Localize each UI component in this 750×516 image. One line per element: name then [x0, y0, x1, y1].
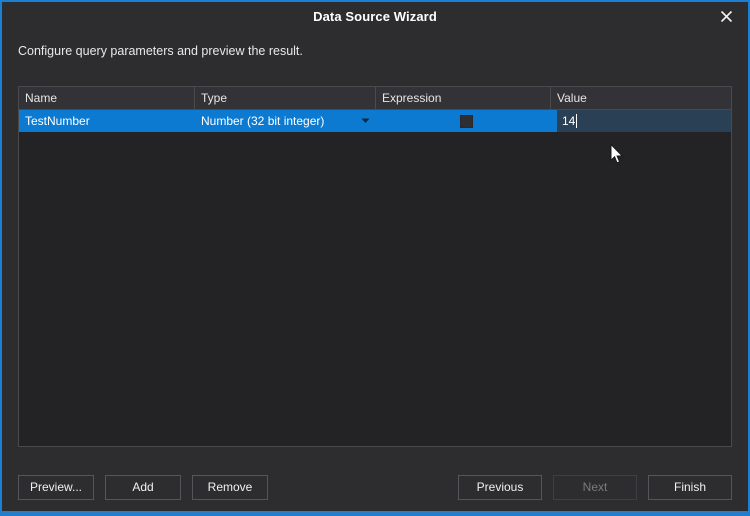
column-header-expression[interactable]: Expression [376, 87, 551, 109]
bottom-accent-bar [2, 511, 748, 514]
column-header-value[interactable]: Value [551, 87, 731, 109]
footer-right-buttons: Previous Next Finish [458, 474, 732, 500]
footer-left-buttons: Preview... Add Remove [18, 474, 268, 500]
preview-button[interactable]: Preview... [18, 474, 94, 500]
ellipsis-square-icon[interactable] [460, 114, 473, 128]
cell-value[interactable]: 14 [551, 110, 731, 132]
close-icon [720, 10, 733, 23]
cell-type-label: Number (32 bit integer) [201, 114, 325, 128]
dialog-subtitle: Configure query parameters and preview t… [18, 44, 303, 58]
previous-button[interactable]: Previous [458, 474, 542, 500]
cell-name[interactable]: TestNumber [19, 110, 195, 132]
chevron-down-icon[interactable] [356, 110, 374, 132]
footer-bar: Preview... Add Remove Previous Next Fini… [2, 460, 748, 514]
text-caret [576, 114, 578, 128]
value-input-text: 14 [562, 114, 576, 128]
column-header-name[interactable]: Name [19, 87, 195, 109]
column-header-type[interactable]: Type [195, 87, 376, 109]
remove-button[interactable]: Remove [192, 474, 268, 500]
next-button: Next [553, 474, 637, 500]
cell-expression[interactable] [376, 110, 551, 132]
title-bar[interactable]: Data Source Wizard [2, 2, 748, 30]
cell-type[interactable]: Number (32 bit integer) [195, 110, 376, 132]
value-input[interactable]: 14 [557, 110, 731, 132]
dialog-window: Data Source Wizard Configure query param… [0, 0, 750, 516]
content-area: Name Type Expression Value TestNumber Nu… [2, 78, 748, 460]
table-row[interactable]: TestNumber Number (32 bit integer) 14 [19, 110, 731, 132]
parameters-grid[interactable]: Name Type Expression Value TestNumber Nu… [18, 86, 732, 447]
add-button[interactable]: Add [105, 474, 181, 500]
finish-button[interactable]: Finish [648, 474, 732, 500]
dialog-title: Data Source Wizard [313, 8, 437, 24]
grid-header-row: Name Type Expression Value [19, 87, 731, 110]
close-button[interactable] [704, 2, 748, 30]
